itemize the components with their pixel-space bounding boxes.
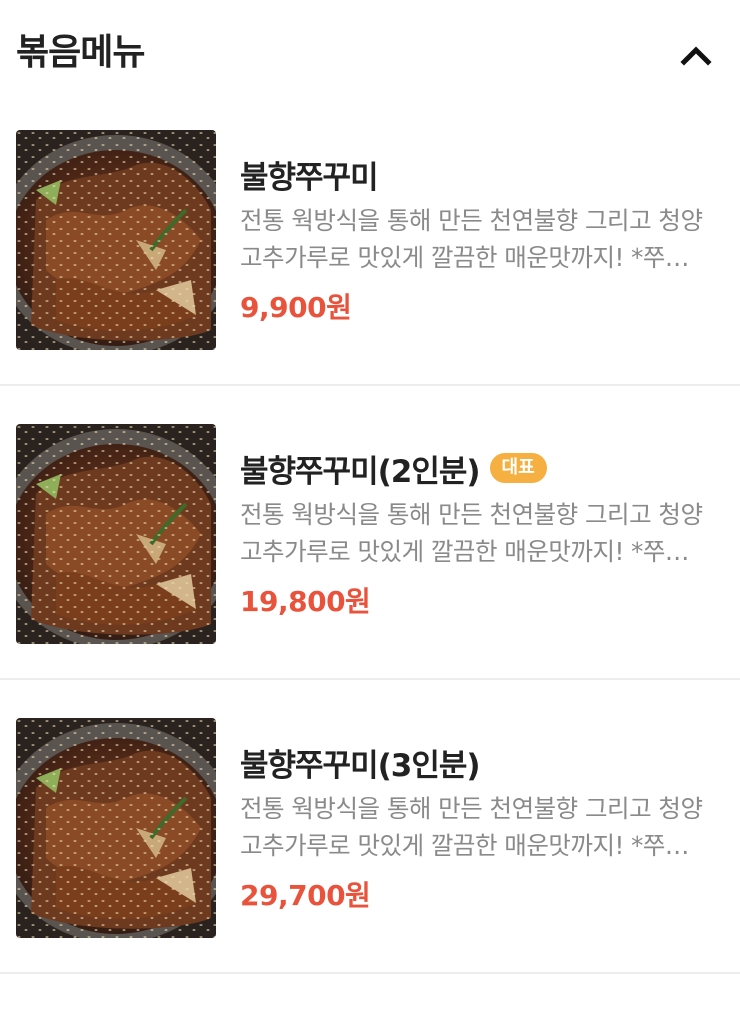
menu-item[interactable]: 불향쭈꾸미 전통 웍방식을 통해 만든 천연불향 그리고 청양고추가루로 맛있게…	[0, 92, 740, 386]
collapse-button[interactable]	[672, 32, 720, 76]
chevron-up-icon	[680, 46, 712, 66]
signature-badge: 대표	[489, 453, 547, 483]
menu-item-photo	[16, 718, 216, 938]
menu-item[interactable]: 불향쭈꾸미(3인분) 전통 웍방식을 통해 만든 천연불향 그리고 청양고추가루…	[0, 680, 740, 974]
menu-item-price: 9,900원	[240, 291, 352, 324]
menu-item-description: 전통 웍방식을 통해 만든 천연불향 그리고 청양고추가루로 맛있게 깔끔한 매…	[240, 206, 709, 272]
menu-item-name-row: 불향쭈꾸미(3인분)	[240, 740, 481, 784]
menu-item-description: 전통 웍방식을 통해 만든 천연불향 그리고 청양고추가루로 맛있게 깔끔한 매…	[240, 500, 709, 566]
menu-item-name-row: 불향쭈꾸미(2인분) 대표	[240, 446, 547, 490]
menu-item[interactable]: 불향쭈꾸미(2인분) 대표 전통 웍방식을 통해 만든 천연불향 그리고 청양고…	[0, 386, 740, 680]
menu-item-description: 전통 웍방식을 통해 만든 천연불향 그리고 청양고추가루로 맛있게 깔끔한 매…	[240, 794, 709, 860]
menu-item-price: 19,800원	[240, 585, 371, 618]
menu-item-name: 불향쭈꾸미	[240, 159, 379, 196]
menu-item-name-row: 불향쭈꾸미	[240, 152, 379, 196]
section-header: 볶음메뉴	[0, 0, 740, 100]
section-title: 볶음메뉴	[16, 32, 145, 73]
menu-list: 불향쭈꾸미 전통 웍방식을 통해 만든 천연불향 그리고 청양고추가루로 맛있게…	[0, 92, 740, 974]
menu-item-photo	[16, 424, 216, 644]
menu-item-name: 불향쭈꾸미(3인분)	[240, 747, 481, 784]
menu-item-name: 불향쭈꾸미(2인분)	[240, 453, 481, 490]
menu-item-price: 29,700원	[240, 879, 371, 912]
menu-item-photo	[16, 130, 216, 350]
